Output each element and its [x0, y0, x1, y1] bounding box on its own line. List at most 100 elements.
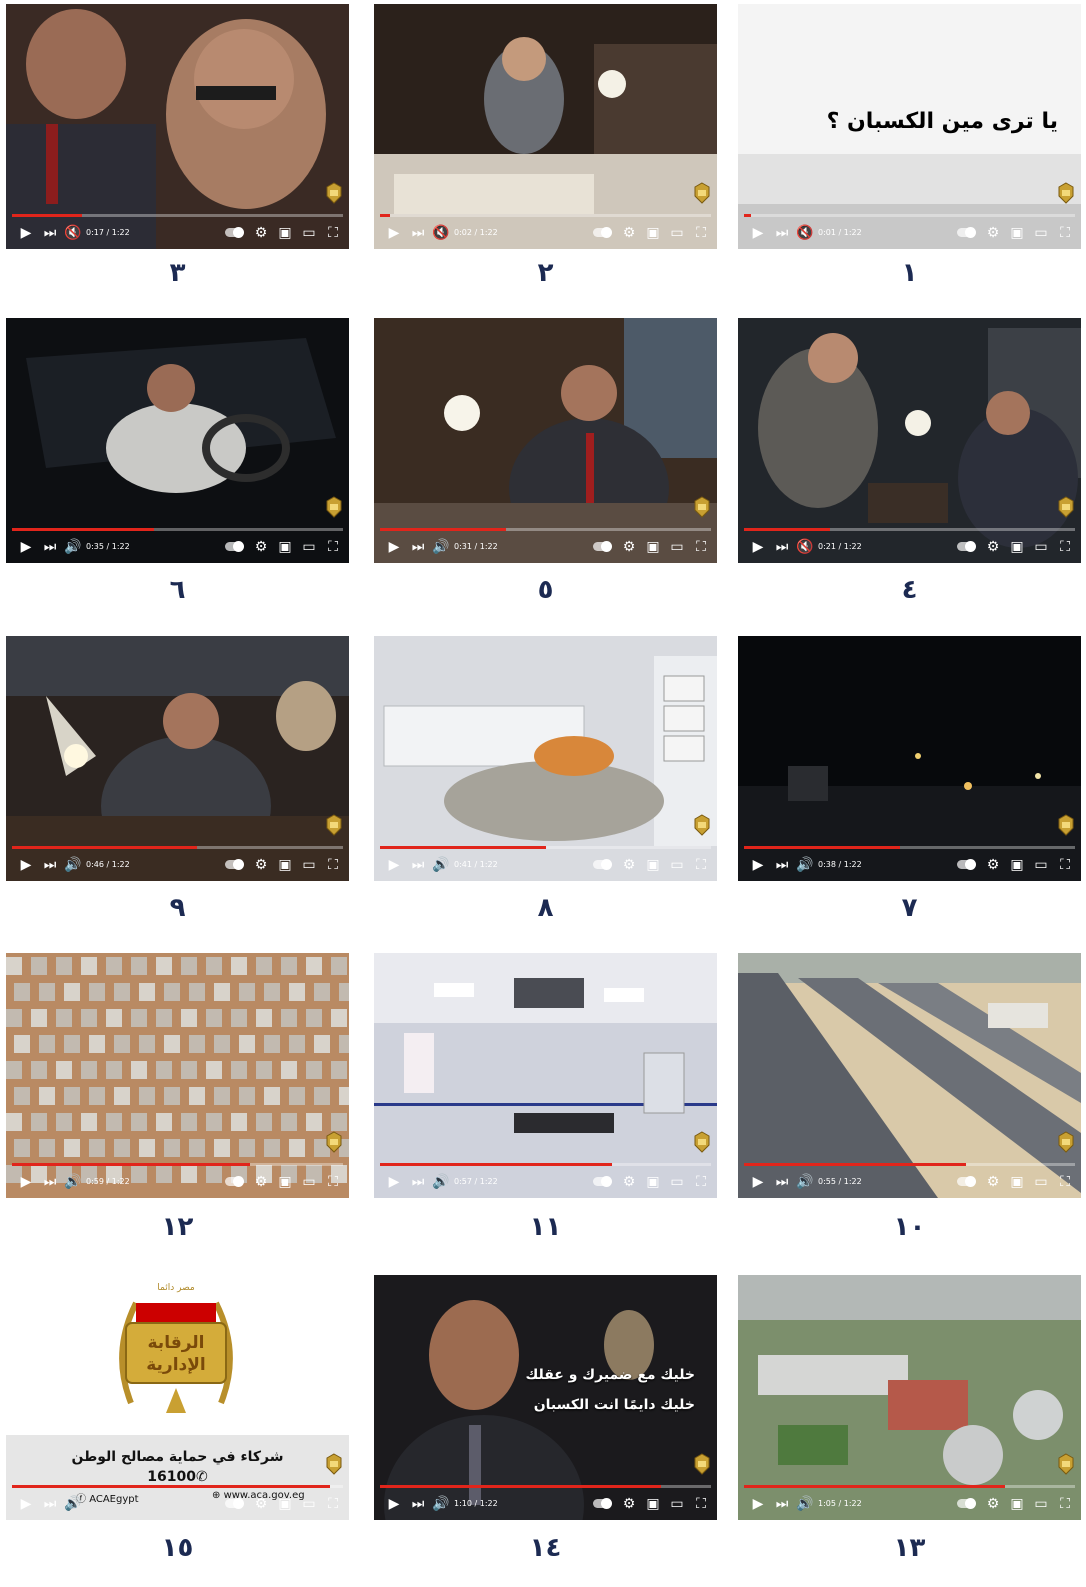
play-icon[interactable]: ▶: [18, 1174, 34, 1190]
muted-icon[interactable]: 🔇: [432, 225, 449, 241]
miniplayer-icon[interactable]: ▣: [1009, 1496, 1025, 1512]
miniplayer-icon[interactable]: ▣: [645, 1496, 661, 1512]
play-icon[interactable]: ▶: [750, 1174, 766, 1190]
next-icon[interactable]: ⏭: [410, 857, 426, 873]
play-icon[interactable]: ▶: [18, 1496, 34, 1512]
video-frame-7[interactable]: ▶ ⏭ 🔊 0:38 / 1:22 ⚙ ▣ ▭ ⛶: [738, 636, 1081, 881]
next-icon[interactable]: ⏭: [410, 1496, 426, 1512]
autoplay-toggle[interactable]: [225, 859, 244, 870]
settings-icon[interactable]: ⚙: [621, 539, 637, 555]
theater-mode-icon[interactable]: ▭: [669, 225, 685, 241]
video-frame-12[interactable]: ▶ ⏭ 🔊 0:59 / 1:22 ⚙ ▣ ▭ ⛶: [6, 953, 349, 1198]
fullscreen-icon[interactable]: ⛶: [1057, 857, 1073, 873]
settings-icon[interactable]: ⚙: [985, 225, 1001, 241]
progress-bar[interactable]: [744, 528, 1075, 531]
volume-icon[interactable]: 🔊: [64, 1496, 81, 1512]
autoplay-toggle[interactable]: [593, 859, 612, 870]
video-frame-6[interactable]: ▶ ⏭ 🔊 0:35 / 1:22 ⚙ ▣ ▭ ⛶: [6, 318, 349, 563]
play-icon[interactable]: ▶: [386, 225, 402, 241]
video-frame-15[interactable]: مصر دائما الرقابة الإدارية شركاء في حماي…: [6, 1275, 349, 1520]
volume-icon[interactable]: 🔊: [432, 857, 449, 873]
theater-mode-icon[interactable]: ▭: [669, 539, 685, 555]
next-icon[interactable]: ⏭: [774, 539, 790, 555]
volume-icon[interactable]: 🔊: [432, 539, 449, 555]
progress-bar[interactable]: [380, 1485, 711, 1488]
next-icon[interactable]: ⏭: [774, 1496, 790, 1512]
fullscreen-icon[interactable]: ⛶: [1057, 225, 1073, 241]
settings-icon[interactable]: ⚙: [253, 539, 269, 555]
settings-icon[interactable]: ⚙: [621, 857, 637, 873]
theater-mode-icon[interactable]: ▭: [301, 225, 317, 241]
play-icon[interactable]: ▶: [750, 857, 766, 873]
play-icon[interactable]: ▶: [18, 539, 34, 555]
autoplay-toggle[interactable]: [225, 541, 244, 552]
video-frame-11[interactable]: ▶ ⏭ 🔊 0:57 / 1:22 ⚙ ▣ ▭ ⛶: [374, 953, 717, 1198]
progress-bar[interactable]: [12, 528, 343, 531]
theater-mode-icon[interactable]: ▭: [301, 1496, 317, 1512]
settings-icon[interactable]: ⚙: [253, 1496, 269, 1512]
fullscreen-icon[interactable]: ⛶: [1057, 1496, 1073, 1512]
miniplayer-icon[interactable]: ▣: [645, 1174, 661, 1190]
progress-bar[interactable]: [12, 214, 343, 217]
volume-icon[interactable]: 🔊: [64, 1174, 81, 1190]
muted-icon[interactable]: 🔇: [796, 225, 813, 241]
next-icon[interactable]: ⏭: [774, 225, 790, 241]
video-frame-14[interactable]: خليك مع ضميرك و عقلك خليك دايمًا انت الكس…: [374, 1275, 717, 1520]
next-icon[interactable]: ⏭: [42, 1174, 58, 1190]
video-frame-1[interactable]: يا ترى مين الكسبان ؟ ▶ ⏭ 🔇 0:01 / 1:22 ⚙…: [738, 4, 1081, 249]
settings-icon[interactable]: ⚙: [985, 539, 1001, 555]
miniplayer-icon[interactable]: ▣: [1009, 225, 1025, 241]
theater-mode-icon[interactable]: ▭: [669, 857, 685, 873]
play-icon[interactable]: ▶: [386, 1496, 402, 1512]
theater-mode-icon[interactable]: ▭: [669, 1174, 685, 1190]
miniplayer-icon[interactable]: ▣: [1009, 539, 1025, 555]
fullscreen-icon[interactable]: ⛶: [1057, 1174, 1073, 1190]
fullscreen-icon[interactable]: ⛶: [693, 225, 709, 241]
play-icon[interactable]: ▶: [386, 857, 402, 873]
settings-icon[interactable]: ⚙: [985, 1174, 1001, 1190]
progress-bar[interactable]: [12, 1163, 343, 1166]
play-icon[interactable]: ▶: [750, 539, 766, 555]
video-frame-2[interactable]: ▶ ⏭ 🔇 0:02 / 1:22 ⚙ ▣ ▭ ⛶: [374, 4, 717, 249]
fullscreen-icon[interactable]: ⛶: [325, 225, 341, 241]
progress-bar[interactable]: [744, 1163, 1075, 1166]
next-icon[interactable]: ⏭: [774, 1174, 790, 1190]
volume-icon[interactable]: 🔊: [64, 539, 81, 555]
fullscreen-icon[interactable]: ⛶: [693, 1174, 709, 1190]
video-frame-8[interactable]: ▶ ⏭ 🔊 0:41 / 1:22 ⚙ ▣ ▭ ⛶: [374, 636, 717, 881]
autoplay-toggle[interactable]: [957, 1498, 976, 1509]
settings-icon[interactable]: ⚙: [621, 1174, 637, 1190]
miniplayer-icon[interactable]: ▣: [645, 225, 661, 241]
autoplay-toggle[interactable]: [225, 227, 244, 238]
progress-bar[interactable]: [12, 1485, 343, 1488]
settings-icon[interactable]: ⚙: [253, 1174, 269, 1190]
muted-icon[interactable]: 🔇: [796, 539, 813, 555]
play-icon[interactable]: ▶: [18, 225, 34, 241]
progress-bar[interactable]: [12, 846, 343, 849]
theater-mode-icon[interactable]: ▭: [669, 1496, 685, 1512]
next-icon[interactable]: ⏭: [410, 225, 426, 241]
autoplay-toggle[interactable]: [593, 1498, 612, 1509]
autoplay-toggle[interactable]: [593, 227, 612, 238]
volume-icon[interactable]: 🔊: [796, 1174, 813, 1190]
theater-mode-icon[interactable]: ▭: [1033, 1496, 1049, 1512]
progress-bar[interactable]: [744, 846, 1075, 849]
settings-icon[interactable]: ⚙: [985, 857, 1001, 873]
progress-bar[interactable]: [380, 1163, 711, 1166]
settings-icon[interactable]: ⚙: [621, 1496, 637, 1512]
video-frame-3[interactable]: ▶ ⏭ 🔇 0:17 / 1:22 ⚙ ▣ ▭ ⛶: [6, 4, 349, 249]
play-icon[interactable]: ▶: [750, 1496, 766, 1512]
progress-bar[interactable]: [744, 1485, 1075, 1488]
autoplay-toggle[interactable]: [225, 1498, 244, 1509]
volume-icon[interactable]: 🔊: [796, 1496, 813, 1512]
progress-bar[interactable]: [744, 214, 1075, 217]
autoplay-toggle[interactable]: [593, 541, 612, 552]
miniplayer-icon[interactable]: ▣: [1009, 1174, 1025, 1190]
next-icon[interactable]: ⏭: [42, 225, 58, 241]
miniplayer-icon[interactable]: ▣: [277, 1496, 293, 1512]
video-frame-4[interactable]: ▶ ⏭ 🔇 0:21 / 1:22 ⚙ ▣ ▭ ⛶: [738, 318, 1081, 563]
play-icon[interactable]: ▶: [18, 857, 34, 873]
theater-mode-icon[interactable]: ▭: [301, 1174, 317, 1190]
miniplayer-icon[interactable]: ▣: [645, 539, 661, 555]
volume-icon[interactable]: 🔊: [64, 857, 81, 873]
